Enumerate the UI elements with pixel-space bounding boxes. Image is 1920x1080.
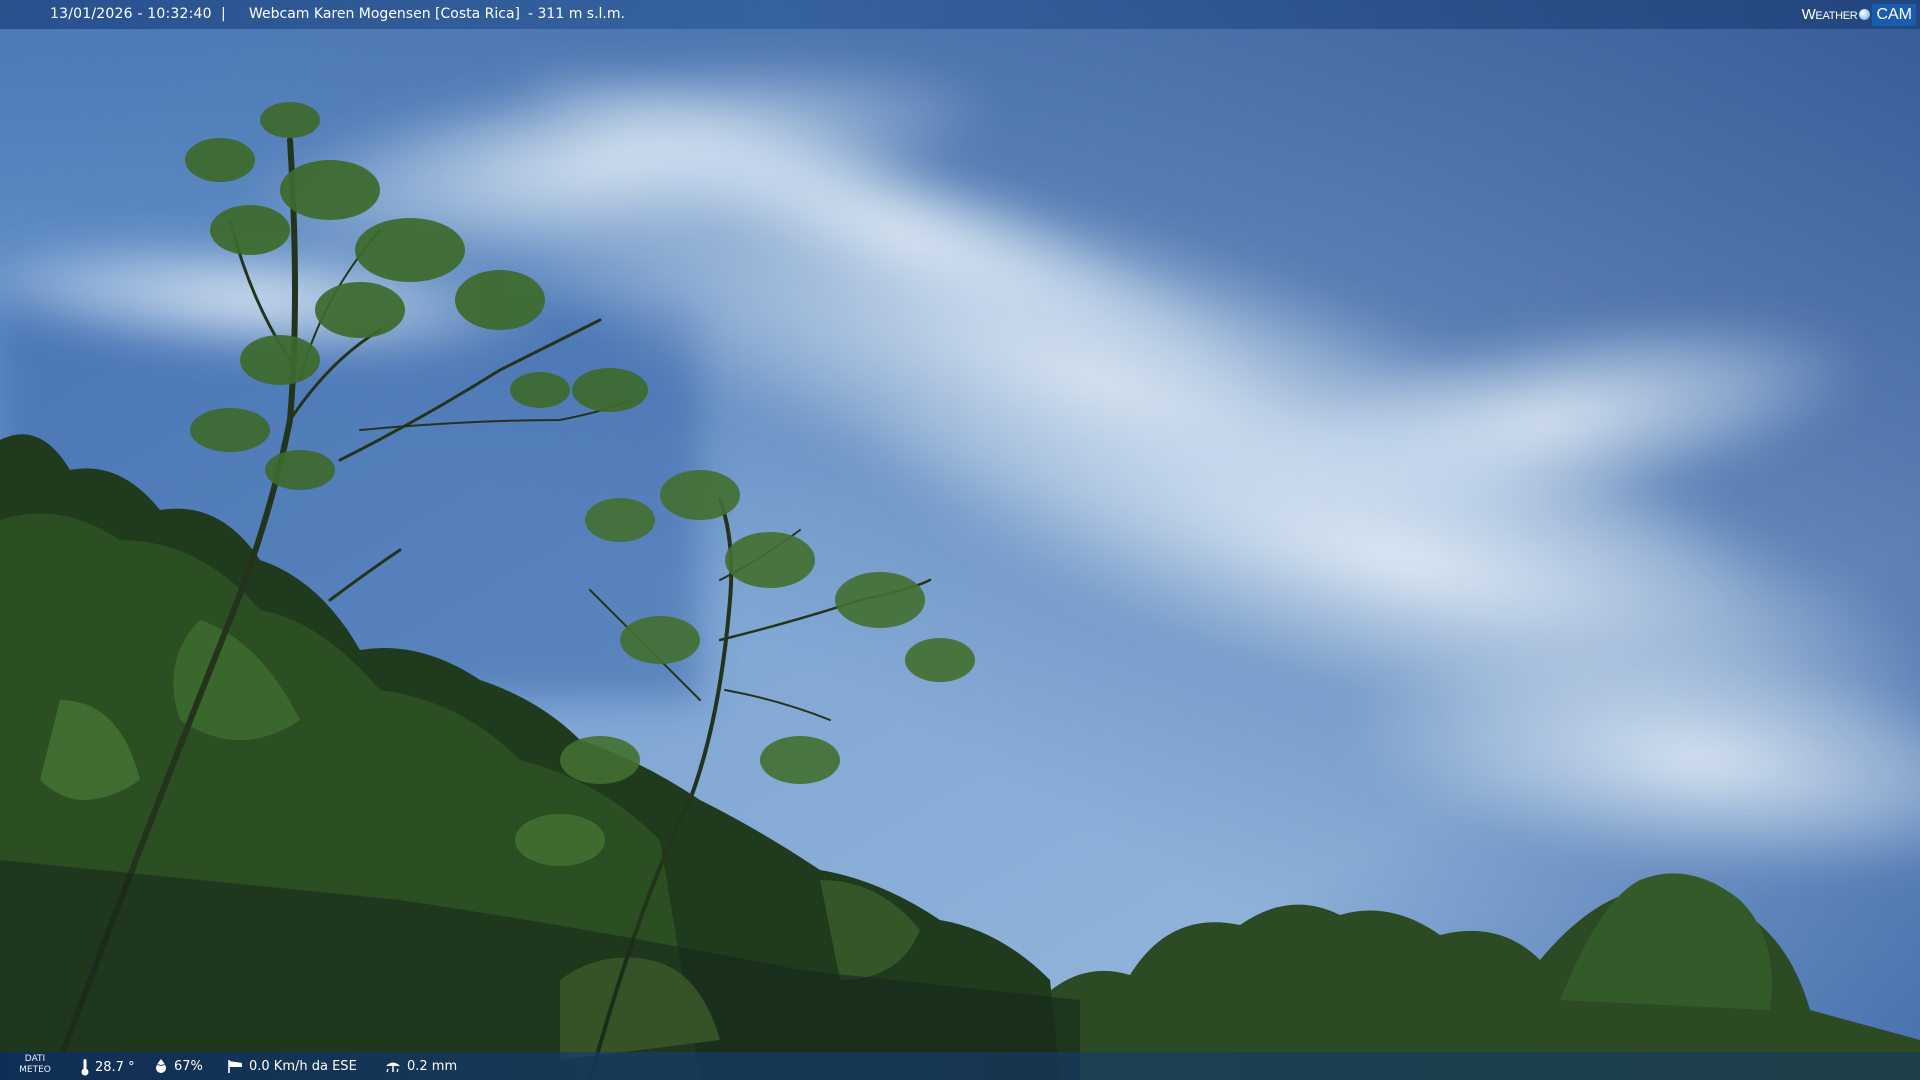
webcam-altitude: - 311 m s.l.m. [528,6,625,22]
wind-reading: 0.0 Km/h da ESE [226,1058,357,1074]
rain-value: 0.2 mm [407,1058,458,1074]
logo-globe-icon [1859,9,1871,20]
timestamp: 13/01/2026 - 10:32:40 [50,6,212,22]
dati-label-line1: DATI [24,1054,46,1064]
rain-reading: 0.2 mm [384,1058,457,1074]
humidity-value: 67% [174,1058,203,1074]
humidity-reading: 67% [153,1058,203,1074]
webcam-header-bar: 13/01/2026 - 10:32:40 | Webcam Karen Mog… [0,0,1920,29]
windsock-icon [228,1060,242,1073]
rain-icon [386,1062,400,1073]
droplet-icon [156,1059,166,1073]
dati-meteo-label: DATI METEO [18,1054,52,1076]
webcam-frame: 13/01/2026 - 10:32:40 | Webcam Karen Mog… [0,0,1920,1080]
temperature-value: 28.7 ° [95,1059,135,1075]
weathercam-logo: Weather CAM [1802,0,1920,29]
dati-label-line2: METEO [19,1065,51,1075]
webcam-title: Webcam Karen Mogensen [Costa Rica] - 311 … [249,6,625,22]
logo-cam-text: CAM [1872,3,1916,26]
webcam-name: Webcam Karen Mogensen [Costa Rica] [249,6,521,22]
thermometer-icon [81,1059,89,1076]
logo-weather-text: Weather [1801,6,1858,23]
header-separator: | [221,6,226,22]
wind-value: 0.0 Km/h da ESE [249,1058,357,1074]
webcam-image [0,0,1920,1080]
weather-data-bar: DATI METEO 28.7 ° 67% 0.0 Km/h da ESE 0.… [0,1052,1920,1080]
temperature-reading: 28.7 ° [80,1058,135,1076]
